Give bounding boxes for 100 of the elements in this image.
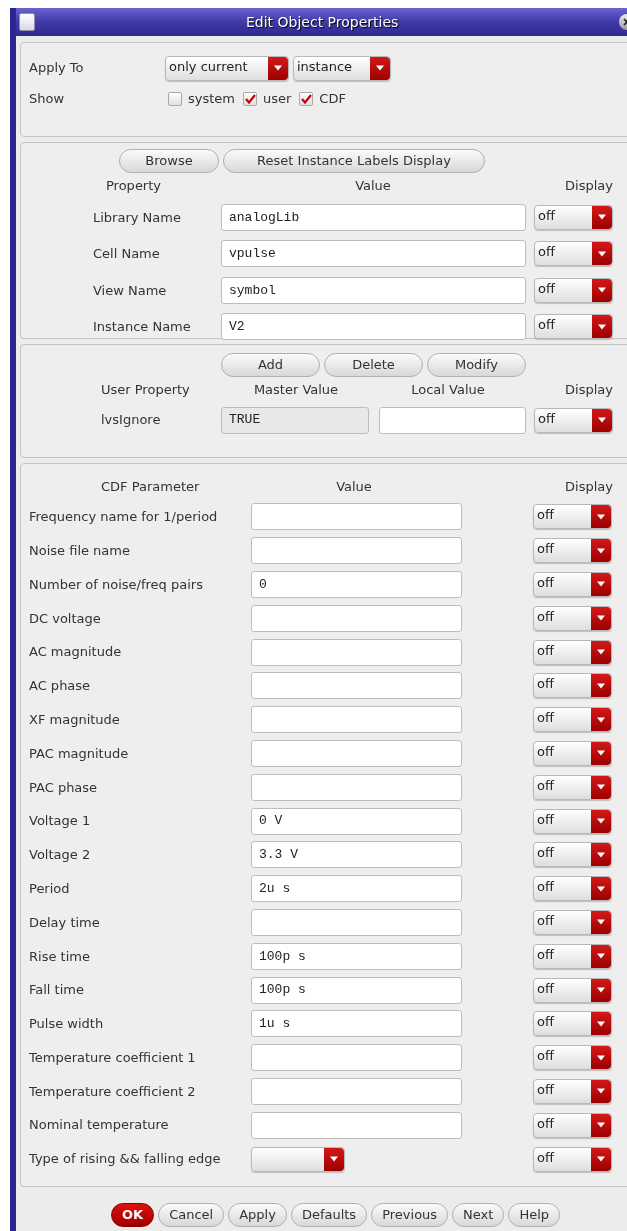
parameter-label: AC magnitude [28, 643, 123, 662]
parameter-label: Voltage 2 [28, 846, 92, 865]
dropdown[interactable]: off [533, 1045, 612, 1071]
push-button[interactable]: Reset Instance Labels Display [223, 149, 485, 173]
dropdown[interactable]: off [534, 407, 613, 433]
dropdown[interactable]: off [533, 572, 612, 597]
parameter-label: XF magnitude [28, 710, 121, 729]
parameter-label: AC phase [28, 677, 92, 696]
parameter-label: DC voltage [28, 609, 102, 628]
text-field[interactable] [251, 773, 462, 801]
dropdown[interactable]: off [533, 1078, 612, 1104]
dropdown[interactable]: off [534, 241, 613, 267]
checkbox[interactable] [168, 92, 182, 106]
dropdown[interactable]: off [533, 504, 612, 530]
dropdown[interactable]: instance [293, 55, 391, 81]
column-header: Property [105, 177, 162, 196]
dropdown[interactable]: off [533, 977, 612, 1003]
column-header: Display [564, 177, 613, 196]
text-field[interactable]: symbol [221, 276, 526, 304]
column-header: Master Value [252, 381, 340, 400]
text-field[interactable] [251, 638, 462, 666]
column-header: Value [354, 177, 392, 196]
dropdown[interactable]: off [533, 1112, 612, 1138]
parameter-label: Rise time [28, 947, 91, 966]
push-button[interactable]: OK [111, 1203, 155, 1227]
parameter-label: Frequency name for 1/period [28, 508, 219, 527]
dropdown[interactable]: off [534, 204, 613, 230]
dropdown[interactable]: off [533, 740, 612, 766]
checkbox[interactable] [243, 92, 257, 106]
dropdown[interactable]: off [533, 876, 612, 902]
text-field[interactable]: 0 [251, 571, 462, 598]
parameter-label: Nominal temperature [28, 1116, 170, 1135]
text-field[interactable]: 0 V [251, 807, 462, 835]
property-label: lvsIgnore [100, 411, 162, 430]
text-field[interactable]: 100p s [251, 942, 462, 970]
parameter-label: PAC phase [28, 778, 99, 797]
checkbox-label: user [263, 90, 292, 109]
dropdown[interactable]: off [533, 842, 612, 868]
dropdown[interactable] [251, 1146, 345, 1172]
text-field[interactable] [251, 908, 462, 936]
field-label: Show [29, 90, 66, 109]
dropdown[interactable]: off [533, 1011, 612, 1037]
push-button[interactable]: Modify [427, 353, 526, 377]
column-header: Display [564, 381, 613, 400]
dropdown[interactable]: off [533, 673, 612, 699]
text-field[interactable]: 1u s [251, 1010, 462, 1038]
text-field[interactable] [251, 1044, 462, 1072]
parameter-label: Temperature coefficient 2 [28, 1082, 197, 1101]
parameter-label: Type of rising && falling edge [28, 1150, 222, 1169]
text-field[interactable]: 100p s [251, 976, 462, 1004]
push-button[interactable]: Defaults [290, 1203, 368, 1227]
text-field[interactable]: TRUE [221, 406, 369, 434]
push-button[interactable]: Add [221, 353, 320, 377]
property-label: View Name [92, 281, 168, 300]
dropdown[interactable]: off [533, 639, 612, 665]
window-title: Edit Object Properties [246, 12, 399, 32]
text-field[interactable] [251, 604, 462, 632]
text-field[interactable] [251, 537, 462, 565]
text-field[interactable] [251, 672, 462, 700]
text-field[interactable]: V2 [221, 313, 526, 341]
push-button[interactable]: Next [452, 1203, 505, 1227]
dropdown[interactable]: off [533, 1146, 612, 1172]
text-field[interactable] [379, 406, 526, 434]
dropdown[interactable]: off [534, 277, 613, 303]
push-button[interactable]: Browse [119, 149, 219, 173]
property-label: Instance Name [92, 318, 192, 336]
dropdown[interactable]: off [533, 943, 612, 969]
window-menu-icon[interactable] [19, 13, 35, 31]
text-field[interactable] [251, 503, 462, 531]
text-field[interactable] [251, 739, 462, 767]
dropdown[interactable]: off [533, 774, 612, 800]
checkbox-label: system [188, 90, 235, 109]
parameter-label: Fall time [28, 981, 85, 1000]
text-field[interactable] [251, 1077, 462, 1105]
text-field[interactable]: vpulse [221, 240, 526, 268]
parameter-label: Voltage 1 [28, 812, 92, 831]
column-header: Value [335, 478, 373, 497]
parameter-label: PAC magnitude [28, 744, 130, 763]
dropdown[interactable]: off [534, 314, 613, 340]
text-field[interactable]: analogLib [221, 203, 526, 231]
push-button[interactable]: Cancel [158, 1203, 225, 1227]
parameter-label: Delay time [28, 913, 101, 932]
parameter-label: Temperature coefficient 1 [28, 1048, 197, 1067]
checkbox[interactable] [299, 92, 314, 106]
dropdown[interactable]: off [533, 538, 612, 564]
parameter-label: Pulse width [28, 1015, 105, 1034]
text-field[interactable]: 3.3 V [251, 841, 462, 869]
push-button[interactable]: Help [508, 1203, 561, 1227]
dropdown[interactable]: off [533, 707, 612, 733]
text-field[interactable] [251, 706, 462, 734]
dropdown[interactable]: off [533, 909, 612, 935]
push-button[interactable]: Delete [324, 353, 423, 377]
text-field[interactable]: 2u s [251, 875, 462, 903]
property-label: Library Name [92, 208, 182, 227]
dropdown[interactable]: only current [165, 55, 289, 81]
text-field[interactable] [251, 1111, 462, 1139]
dropdown[interactable]: off [533, 605, 612, 631]
dropdown[interactable]: off [533, 808, 612, 834]
push-button[interactable]: Apply [228, 1203, 287, 1227]
push-button[interactable]: Previous [371, 1203, 449, 1227]
